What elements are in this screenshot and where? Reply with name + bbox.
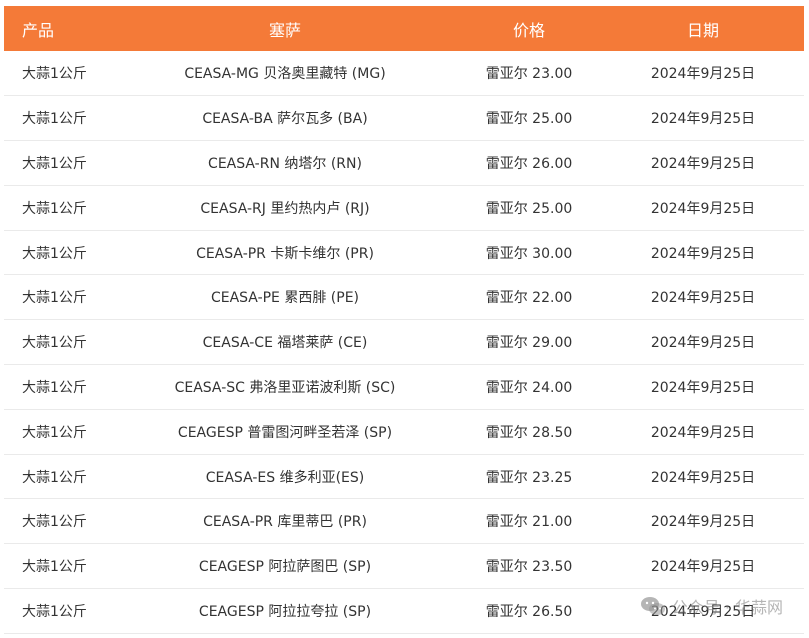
watermark: 公众号 · 华蒜网 bbox=[640, 594, 783, 618]
cell-ceasa: CEASA-CE 福塔莱萨 (CE) bbox=[202, 335, 368, 352]
cell-price: 雷亚尔 26.00 bbox=[485, 155, 573, 172]
cell-product: 大蒜1公斤 bbox=[22, 155, 87, 172]
table-body: 大蒜1公斤 CEASA-MG 贝洛奥里藏特 (MG) 雷亚尔 23.00 2024年9… bbox=[4, 51, 804, 634]
cell-price: 雷亚尔 25.00 bbox=[485, 200, 573, 217]
cell-date: 2024年9月25日 bbox=[650, 290, 756, 307]
cell-ceasa: CEASA-PR 库里蒂巴 (PR) bbox=[203, 514, 367, 531]
cell-price: 雷亚尔 30.00 bbox=[485, 245, 573, 262]
header-ceasa: 塞萨 bbox=[268, 20, 301, 40]
cell-product: 大蒜1公斤 bbox=[22, 469, 87, 486]
watermark-text: 公众号 · 华蒜网 bbox=[671, 598, 783, 617]
cell-ceasa: CEASA-ES 维多利亚(ES) bbox=[205, 469, 365, 486]
table-row: 大蒜1公斤 CEASA-ES 维多利亚(ES) 雷亚尔 23.25 2024年9月25… bbox=[4, 454, 804, 499]
cell-product: 大蒜1公斤 bbox=[22, 111, 87, 128]
cell-date: 2024年9月25日 bbox=[650, 200, 756, 217]
cell-ceasa: CEASA-BA 萨尔瓦多 (BA) bbox=[202, 111, 368, 128]
cell-product: 大蒜1公斤 bbox=[22, 379, 87, 396]
cell-ceasa: CEASA-PR 卡斯卡维尔 (PR) bbox=[196, 245, 374, 262]
cell-ceasa: CEAGESP 阿拉萨图巴 (SP) bbox=[198, 559, 372, 576]
table-row: 大蒜1公斤 CEASA-RN 纳塔尔 (RN) 雷亚尔 26.00 2024年9月25… bbox=[4, 141, 804, 186]
table-row: 大蒜1公斤 CEASA-MG 贝洛奥里藏特 (MG) 雷亚尔 23.00 2024年9… bbox=[4, 51, 804, 96]
cell-product: 大蒜1公斤 bbox=[22, 66, 87, 83]
table-row: 大蒜1公斤 CEASA-PE 累西腓 (PE) 雷亚尔 22.00 2024年9月25… bbox=[4, 275, 804, 320]
cell-price: 雷亚尔 26.50 bbox=[485, 603, 573, 620]
table-row: 大蒜1公斤 CEASA-RJ 里约热内卢 (RJ) 雷亚尔 25.00 2024年9月… bbox=[4, 185, 804, 231]
cell-date: 2024年9月25日 bbox=[650, 66, 756, 83]
header-row: 产品 塞萨 价格 日期 bbox=[4, 6, 804, 51]
table-row: 大蒜1公斤 CEASA-SC 弗洛里亚诺波利斯 (SC) 雷亚尔 24.00 2024… bbox=[4, 365, 804, 410]
price-table-container: 产品 塞萨 价格 日期 大蒜1公斤 CEASA-MG 贝洛奥里藏特 (MG) 雷亚尔… bbox=[4, 6, 804, 634]
header-date: 日期 bbox=[686, 20, 719, 40]
cell-price: 雷亚尔 25.00 bbox=[485, 111, 573, 128]
cell-product: 大蒜1公斤 bbox=[22, 335, 87, 352]
cell-product: 大蒜1公斤 bbox=[22, 200, 87, 217]
cell-ceasa: CEASA-RJ 里约热内卢 (RJ) bbox=[200, 200, 370, 217]
table-row: 大蒜1公斤 CEASA-BA 萨尔瓦多 (BA) 雷亚尔 25.00 2024年9月2… bbox=[4, 96, 804, 141]
cell-price: 雷亚尔 24.00 bbox=[485, 379, 573, 396]
table-row: 大蒜1公斤 CEAGESP 普雷图河畔圣若泽 (SP) 雷亚尔 28.50 2024年… bbox=[4, 409, 804, 455]
cell-price: 雷亚尔 29.00 bbox=[485, 335, 573, 352]
cell-date: 2024年9月25日 bbox=[650, 155, 756, 172]
cell-price: 雷亚尔 21.00 bbox=[485, 514, 573, 531]
cell-date: 2024年9月25日 bbox=[650, 379, 756, 396]
cell-ceasa: CEASA-SC 弗洛里亚诺波利斯 (SC) bbox=[174, 379, 396, 396]
cell-price: 雷亚尔 23.25 bbox=[485, 469, 573, 486]
cell-date: 2024年9月25日 bbox=[650, 514, 756, 531]
cell-product: 大蒜1公斤 bbox=[22, 603, 87, 620]
cell-price: 雷亚尔 23.00 bbox=[485, 66, 573, 83]
table-row: 大蒜1公斤 CEASA-CE 福塔莱萨 (CE) 雷亚尔 29.00 2024年9月2… bbox=[4, 320, 804, 365]
cell-product: 大蒜1公斤 bbox=[22, 559, 87, 576]
cell-price: 雷亚尔 22.00 bbox=[485, 290, 573, 307]
cell-ceasa: CEASA-MG 贝洛奥里藏特 (MG) bbox=[184, 66, 386, 83]
cell-product: 大蒜1公斤 bbox=[22, 290, 87, 307]
cell-product: 大蒜1公斤 bbox=[22, 514, 87, 531]
cell-ceasa: CEASA-RN 纳塔尔 (RN) bbox=[208, 155, 362, 172]
cell-date: 2024年9月25日 bbox=[650, 424, 756, 441]
wechat-icon bbox=[640, 597, 665, 615]
table-header: 产品 塞萨 价格 日期 bbox=[4, 6, 804, 51]
cell-price: 雷亚尔 23.50 bbox=[485, 559, 573, 576]
cell-date: 2024年9月25日 bbox=[650, 335, 756, 352]
header-product: 产品 bbox=[22, 20, 55, 40]
table-row: 大蒜1公斤 CEASA-PR 卡斯卡维尔 (PR) 雷亚尔 30.00 2024年9月… bbox=[4, 230, 804, 275]
cell-date: 2024年9月25日 bbox=[650, 559, 756, 576]
table-row: 大蒜1公斤 CEASA-PR 库里蒂巴 (PR) 雷亚尔 21.00 2024年9月2… bbox=[4, 499, 804, 544]
cell-product: 大蒜1公斤 bbox=[22, 245, 87, 262]
cell-ceasa: CEAGESP 阿拉拉夸拉 (SP) bbox=[198, 603, 372, 620]
price-table: 产品 塞萨 价格 日期 大蒜1公斤 CEASA-MG 贝洛奥里藏特 (MG) 雷亚尔… bbox=[4, 6, 804, 634]
cell-ceasa: CEASA-PE 累西腓 (PE) bbox=[210, 290, 360, 307]
cell-date: 2024年9月25日 bbox=[650, 469, 756, 486]
cell-date: 2024年9月25日 bbox=[650, 111, 756, 128]
header-price: 价格 bbox=[512, 20, 545, 40]
cell-product: 大蒜1公斤 bbox=[22, 424, 87, 441]
cell-price: 雷亚尔 28.50 bbox=[485, 424, 573, 441]
table-row: 大蒜1公斤 CEAGESP 阿拉萨图巴 (SP) 雷亚尔 23.50 2024年9月2… bbox=[4, 544, 804, 589]
cell-ceasa: CEAGESP 普雷图河畔圣若泽 (SP) bbox=[177, 424, 393, 441]
cell-date: 2024年9月25日 bbox=[650, 245, 756, 262]
